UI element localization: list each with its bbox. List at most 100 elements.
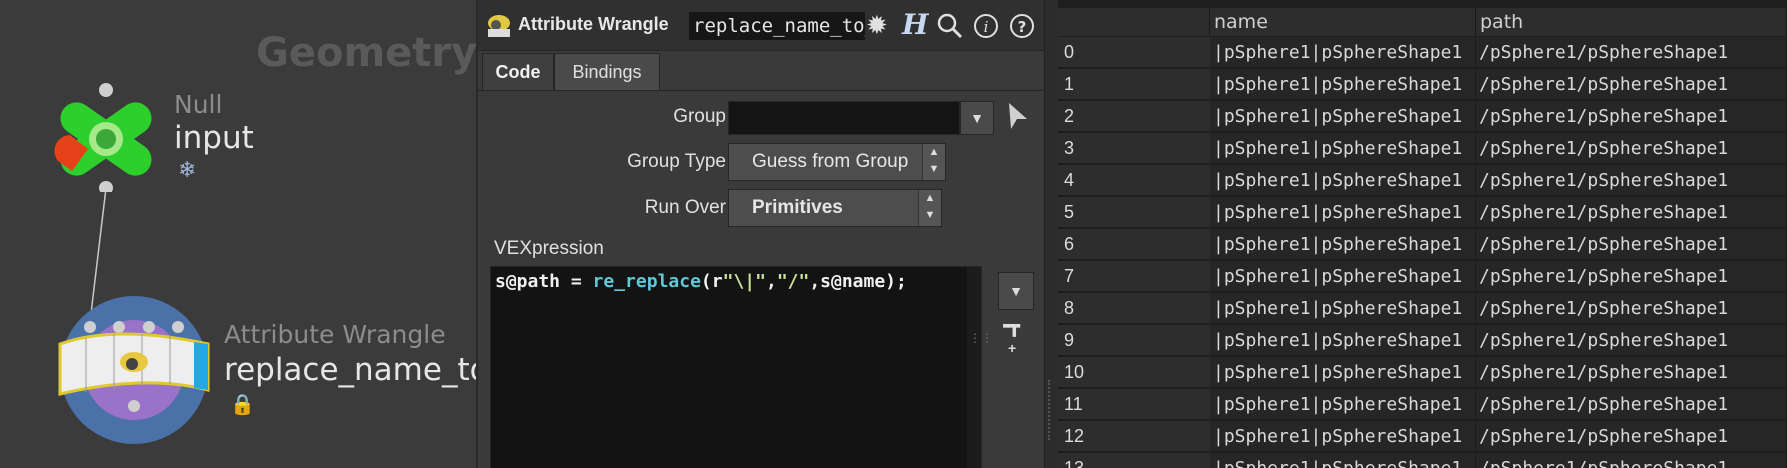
attribute-wrangle-node[interactable]: [56, 294, 216, 444]
tab-code[interactable]: Code: [482, 53, 554, 91]
code-string-2: "/": [776, 271, 810, 292]
group-dropdown-button[interactable]: ▼: [960, 101, 994, 135]
table-row[interactable]: 3 |pSphere1|pSphereShape1/pSphere1/pSpher…: [1058, 133, 1787, 165]
row-index: 1: [1058, 69, 1210, 100]
run-over-label: Run Over: [644, 197, 726, 218]
table-row[interactable]: 4 |pSphere1|pSphereShape1/pSphere1/pSpher…: [1058, 165, 1787, 197]
group-type-label: Group Type: [627, 151, 726, 172]
row-index: 2: [1058, 101, 1210, 132]
lock-icon: 🔒: [230, 392, 255, 416]
column-header-path[interactable]: path: [1476, 8, 1787, 36]
cell-path[interactable]: /pSphere1/pSphereShape1: [1476, 293, 1787, 324]
cell-name[interactable]: |pSphere1|pSphereShape1: [1210, 197, 1476, 228]
tab-divider: [478, 90, 1046, 91]
add-spare-parm-icon[interactable]: ╺┳ +: [998, 316, 1020, 358]
table-row[interactable]: 2 |pSphere1|pSphereShape1/pSphere1/pSpher…: [1058, 101, 1787, 133]
cell-name[interactable]: |pSphere1|pSphereShape1: [1210, 421, 1476, 452]
column-header-name[interactable]: name: [1210, 8, 1476, 36]
null-node[interactable]: [46, 82, 170, 195]
table-row[interactable]: 8 |pSphere1|pSphereShape1/pSphere1/pSpher…: [1058, 293, 1787, 325]
help-icon[interactable]: ?: [1008, 12, 1036, 40]
cell-name[interactable]: |pSphere1|pSphereShape1: [1210, 293, 1476, 324]
cell-name[interactable]: |pSphere1|pSphereShape1: [1210, 325, 1476, 356]
cell-path[interactable]: /pSphere1/pSphereShape1: [1476, 261, 1787, 292]
code-string-1: "\|": [722, 271, 766, 292]
cell-name[interactable]: |pSphere1|pSphereShape1: [1210, 101, 1476, 132]
cell-path[interactable]: /pSphere1/pSphereShape1: [1476, 229, 1787, 260]
tab-bindings[interactable]: Bindings: [554, 53, 660, 91]
row-index: 9: [1058, 325, 1210, 356]
row-index: 3: [1058, 133, 1210, 164]
row-index: 11: [1058, 389, 1210, 420]
cell-name[interactable]: |pSphere1|pSphereShape1: [1210, 357, 1476, 388]
cell-path[interactable]: /pSphere1/pSphereShape1: [1476, 165, 1787, 196]
cell-path[interactable]: /pSphere1/pSphereShape1: [1476, 197, 1787, 228]
cell-path[interactable]: /pSphere1/pSphereShape1: [1476, 453, 1787, 468]
vex-code-editor[interactable]: s@path = re_replace(r"\|","/",s@name); ⋮…: [490, 266, 993, 468]
cell-path[interactable]: /pSphere1/pSphereShape1: [1476, 421, 1787, 452]
wrangle-node-icon: [58, 296, 210, 444]
snippet-menu-button[interactable]: ▼: [998, 272, 1034, 310]
code-scrollbar[interactable]: [967, 267, 981, 468]
table-row[interactable]: 1 |pSphere1|pSphereShape1/pSphere1/pSpher…: [1058, 69, 1787, 101]
cell-name[interactable]: |pSphere1|pSphereShape1: [1210, 69, 1476, 100]
select-arrow-icon[interactable]: [1005, 101, 1031, 133]
cell-name[interactable]: |pSphere1|pSphereShape1: [1210, 453, 1476, 468]
table-row[interactable]: 13|pSphere1|pSphereShape1/pSphere1/pSphe…: [1058, 453, 1787, 468]
cell-path[interactable]: /pSphere1/pSphereShape1: [1476, 325, 1787, 356]
code-comma: ,: [765, 271, 777, 292]
param-header: Attribute Wrangle replace_name_to_path ✹…: [478, 0, 1046, 51]
table-row[interactable]: 12 |pSphere1|pSphereShape1/pSphere1/pSphe…: [1058, 421, 1787, 453]
divider-grip-icon: [1048, 380, 1054, 440]
wrangle-type-icon: [488, 15, 510, 37]
null-node-name[interactable]: input: [174, 120, 254, 156]
cell-path[interactable]: /pSphere1/pSphereShape1: [1476, 357, 1787, 388]
cell-path[interactable]: /pSphere1/pSphereShape1: [1476, 101, 1787, 132]
node-name-field[interactable]: replace_name_to_path: [689, 12, 865, 40]
cell-path[interactable]: /pSphere1/pSphereShape1: [1476, 37, 1787, 68]
cell-name[interactable]: |pSphere1|pSphereShape1: [1210, 165, 1476, 196]
row-index: 0: [1058, 37, 1210, 68]
null-node-type: Null: [174, 90, 223, 119]
cell-name[interactable]: |pSphere1|pSphereShape1: [1210, 37, 1476, 68]
cell-name[interactable]: |pSphere1|pSphereShape1: [1210, 389, 1476, 420]
snowflake-icon: ❄: [178, 158, 197, 183]
cell-path[interactable]: /pSphere1/pSphereShape1: [1476, 389, 1787, 420]
svg-text:?: ?: [1018, 18, 1027, 36]
group-type-menu[interactable]: Guess from Group ▲ ▼: [728, 143, 946, 181]
vexpression-label: VEXpression: [494, 238, 604, 259]
index-column-header: [1058, 8, 1210, 36]
run-over-menu[interactable]: Primitives ▲ ▼: [728, 189, 942, 227]
search-icon[interactable]: [936, 12, 964, 40]
vex-code-line: s@path = re_replace(r"\|","/",s@name);: [495, 271, 907, 292]
row-index: 13: [1058, 453, 1210, 468]
group-field[interactable]: [728, 101, 960, 135]
cell-name[interactable]: |pSphere1|pSphereShape1: [1210, 261, 1476, 292]
network-view[interactable]: Geometry Null input ❄ Attribute Wrangle …: [0, 0, 476, 468]
table-row[interactable]: 9 |pSphere1|pSphereShape1/pSphere1/pSpher…: [1058, 325, 1787, 357]
row-index: 8: [1058, 293, 1210, 324]
group-type-value: Guess from Group: [752, 151, 909, 172]
cell-name[interactable]: |pSphere1|pSphereShape1: [1210, 229, 1476, 260]
code-assign: s@path =: [495, 271, 593, 292]
row-index: 5: [1058, 197, 1210, 228]
table-row[interactable]: 6 |pSphere1|pSphereShape1/pSphere1/pSpher…: [1058, 229, 1787, 261]
wrangle-node-name[interactable]: replace_name_to_path: [224, 352, 476, 388]
cell-path[interactable]: /pSphere1/pSphereShape1: [1476, 133, 1787, 164]
geometry-spreadsheet[interactable]: name path 0 |pSphere1|pSphereShape1/pSphe…: [1058, 0, 1787, 468]
row-index: 7: [1058, 261, 1210, 292]
info-icon[interactable]: i: [972, 12, 1000, 40]
row-index: 12: [1058, 421, 1210, 452]
null-node-icon: [54, 83, 152, 195]
help-h-icon[interactable]: H: [902, 8, 928, 41]
row-index: 4: [1058, 165, 1210, 196]
table-row[interactable]: 10 |pSphere1|pSphereShape1/pSphere1/pSphe…: [1058, 357, 1787, 389]
table-row[interactable]: 7 |pSphere1|pSphereShape1/pSphere1/pSpher…: [1058, 261, 1787, 293]
table-row[interactable]: 5 |pSphere1|pSphereShape1/pSphere1/pSpher…: [1058, 197, 1787, 229]
gear-icon[interactable]: ✹: [866, 10, 888, 41]
code-function: re_replace: [592, 271, 701, 292]
table-row[interactable]: 0 |pSphere1|pSphereShape1/pSphere1/pSpher…: [1058, 37, 1787, 69]
cell-name[interactable]: |pSphere1|pSphereShape1: [1210, 133, 1476, 164]
table-row[interactable]: 11 |pSphere1|pSphereShape1/pSphere1/pSphe…: [1058, 389, 1787, 421]
cell-path[interactable]: /pSphere1/pSphereShape1: [1476, 69, 1787, 100]
